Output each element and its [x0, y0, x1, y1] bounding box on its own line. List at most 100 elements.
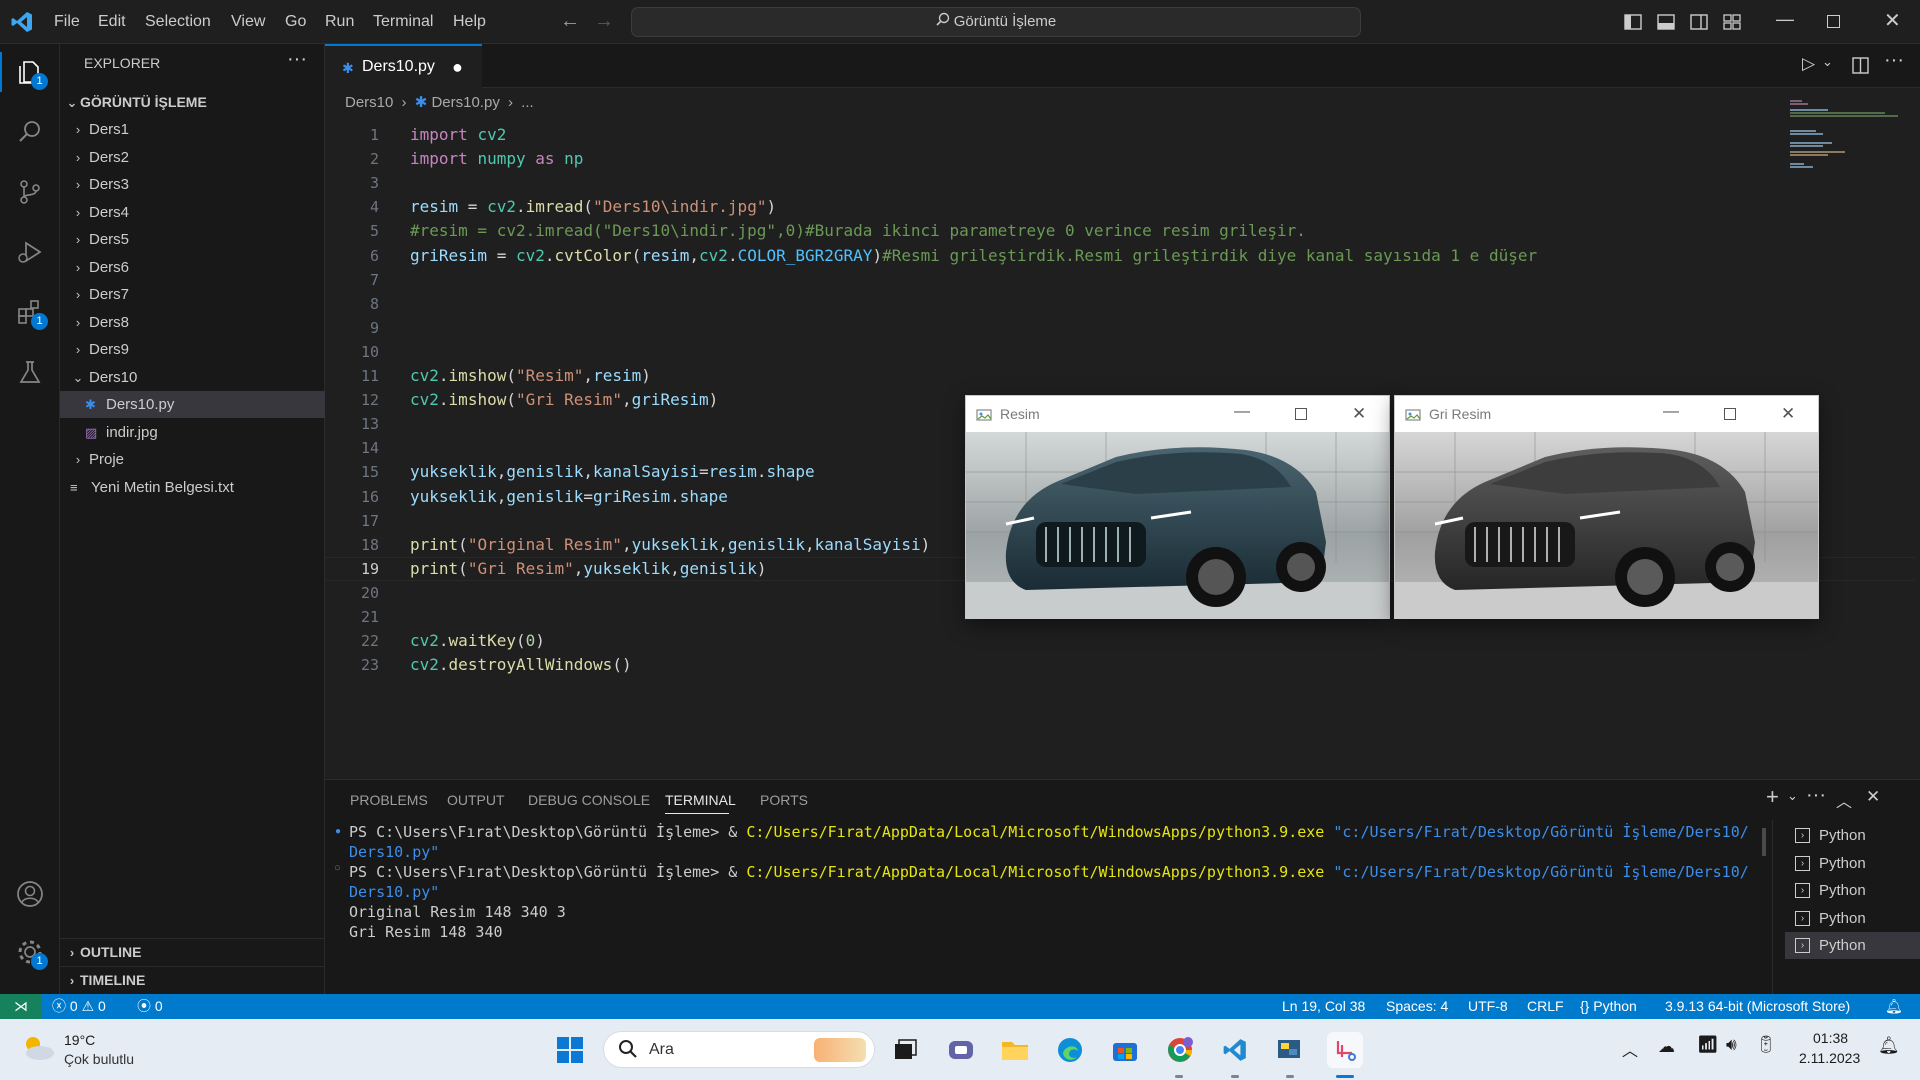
window-title-bar[interactable]: Resim — ✕ [966, 396, 1389, 432]
breadcrumb-file[interactable]: Ders10.py [431, 94, 499, 111]
notifications-bell-icon[interactable]: 🔔︎ [1878, 1036, 1900, 1056]
customize-layout-icon[interactable] [1723, 13, 1741, 36]
file-explorer-icon[interactable] [997, 1032, 1033, 1068]
forward-arrow-icon[interactable]: → [594, 10, 614, 33]
accounts-icon[interactable] [10, 874, 50, 914]
terminal-instance[interactable]: › Python [1785, 905, 1920, 932]
ports-status[interactable]: ⦿ 0 [137, 994, 163, 1019]
tab-terminal[interactable]: TERMINAL [665, 780, 736, 820]
terminal-instance[interactable]: › Python [1785, 932, 1920, 959]
language-mode[interactable]: {} Python [1580, 994, 1637, 1019]
tree-item[interactable]: ✱ Ders10.py [60, 391, 325, 418]
maximize-panel-icon[interactable]: ︿ [1836, 788, 1852, 812]
toggle-panel-icon[interactable] [1657, 13, 1675, 36]
breadcrumb-symbol[interactable]: ... [521, 94, 534, 111]
run-python-icon[interactable]: ▷ [1802, 54, 1815, 74]
explorer-icon[interactable]: 1 [10, 52, 50, 92]
notifications-bell-icon[interactable]: 🔔︎ [1885, 994, 1903, 1019]
terminal-instance[interactable]: › Python [1785, 850, 1920, 877]
tree-item[interactable]: ▨ indir.jpg [60, 419, 325, 446]
tree-item[interactable]: › Ders6 [60, 254, 325, 281]
cursor-position[interactable]: Ln 19, Col 38 [1282, 994, 1365, 1019]
tree-item[interactable]: › Ders8 [60, 309, 325, 336]
toggle-sidebar-icon[interactable] [1624, 13, 1642, 36]
indentation[interactable]: Spaces: 4 [1386, 994, 1448, 1019]
minimize-icon[interactable]: — [1234, 394, 1250, 430]
line-endings[interactable]: CRLF [1527, 994, 1564, 1019]
menu-file[interactable]: File [54, 0, 80, 44]
teams-chat-icon[interactable] [943, 1032, 979, 1068]
source-control-icon[interactable] [10, 172, 50, 212]
back-arrow-icon[interactable]: ← [560, 10, 580, 33]
task-view-icon[interactable] [887, 1032, 923, 1068]
close-icon[interactable]: ✕ [1884, 8, 1901, 33]
minimize-icon[interactable]: — [1663, 394, 1679, 430]
command-center-search[interactable]: Görüntü İşleme [631, 7, 1361, 37]
close-icon[interactable]: ✕ [1352, 396, 1366, 432]
edge-browser-icon[interactable] [1052, 1032, 1088, 1068]
restore-icon[interactable] [1827, 15, 1840, 28]
chevron-down-icon[interactable]: ⌄ [1787, 788, 1798, 804]
settings-gear-icon[interactable]: 1 [10, 932, 50, 972]
tree-item[interactable]: › Proje [60, 446, 325, 473]
vscode-taskbar-icon[interactable] [1217, 1032, 1253, 1068]
python-taskbar-icon[interactable] [1272, 1032, 1308, 1068]
breadcrumb-folder[interactable]: Ders10 [345, 94, 393, 111]
panel-more-icon[interactable]: ··· [1806, 784, 1826, 807]
extensions-icon[interactable]: 1 [10, 292, 50, 332]
taskbar-search[interactable]: Ara [603, 1031, 875, 1068]
problems-status[interactable]: ⓧ 0 ⚠ 0 [52, 994, 106, 1019]
microsoft-store-icon[interactable] [1107, 1032, 1143, 1068]
menu-terminal[interactable]: Terminal [373, 0, 433, 44]
toggle-secondary-sidebar-icon[interactable] [1690, 13, 1708, 36]
clock-time[interactable]: 01:38 [1813, 1030, 1848, 1046]
outline-section[interactable]: › OUTLINE [60, 939, 325, 966]
window-title-bar[interactable]: Gri Resim — ✕ [1395, 396, 1818, 432]
encoding[interactable]: UTF-8 [1468, 994, 1508, 1019]
timeline-section[interactable]: › TIMELINE [60, 967, 325, 994]
minimize-icon[interactable]: — [1776, 9, 1794, 30]
maximize-icon[interactable] [1724, 408, 1736, 420]
weather-cloud-icon[interactable] [20, 1033, 56, 1068]
tab-output[interactable]: OUTPUT [447, 780, 505, 820]
run-debug-icon[interactable] [10, 232, 50, 272]
tab-ports[interactable]: PORTS [760, 780, 808, 820]
clock-date[interactable]: 2.11.2023 [1799, 1050, 1860, 1066]
testing-icon[interactable] [10, 352, 50, 392]
editor-more-icon[interactable]: ··· [1884, 49, 1904, 72]
tree-item[interactable]: › Ders3 [60, 171, 325, 198]
tree-item[interactable]: › Ders2 [60, 144, 325, 171]
close-panel-icon[interactable]: ✕ [1866, 787, 1880, 807]
tree-item[interactable]: ⌄ Ders10 [60, 364, 325, 391]
snipping-tool-icon[interactable] [1327, 1032, 1363, 1068]
workspace-root[interactable]: ⌄ GÖRÜNTÜ İŞLEME [60, 89, 325, 116]
start-windows-icon[interactable] [552, 1032, 588, 1068]
speaker-icon[interactable]: 🔊︎ [1726, 1035, 1737, 1055]
split-editor-icon[interactable] [1852, 57, 1869, 79]
more-actions-icon[interactable]: ··· [287, 48, 307, 71]
menu-view[interactable]: View [231, 0, 265, 44]
onedrive-cloud-icon[interactable]: ☁ [1658, 1037, 1675, 1057]
tree-item[interactable]: ≡ Yeni Metin Belgesi.txt [60, 474, 325, 501]
tree-item[interactable]: › Ders5 [60, 226, 325, 253]
tab-ders10-py[interactable]: ✱ Ders10.py ● [325, 44, 482, 88]
search-view-icon[interactable] [10, 112, 50, 152]
menu-help[interactable]: Help [453, 0, 486, 44]
unsaved-dot-icon[interactable]: ● [452, 46, 463, 88]
close-icon[interactable]: ✕ [1781, 396, 1795, 432]
tree-item[interactable]: › Ders9 [60, 336, 325, 363]
terminal-instance[interactable]: › Python [1785, 877, 1920, 904]
menu-selection[interactable]: Selection [145, 0, 211, 44]
new-terminal-plus-icon[interactable]: + [1766, 784, 1779, 810]
menu-go[interactable]: Go [285, 0, 306, 44]
tab-problems[interactable]: PROBLEMS [350, 780, 428, 820]
menu-edit[interactable]: Edit [98, 0, 126, 44]
terminal-instance[interactable]: › Python [1785, 822, 1920, 849]
chevron-down-icon[interactable]: ⌄ [1822, 54, 1833, 70]
maximize-icon[interactable] [1295, 408, 1307, 420]
remote-icon[interactable]: ⋊ [0, 994, 42, 1019]
opencv-window-gri-resim[interactable]: Gri Resim — ✕ [1394, 395, 1819, 619]
tree-item[interactable]: › Ders7 [60, 281, 325, 308]
tree-item[interactable]: › Ders4 [60, 199, 325, 226]
opencv-window-resim[interactable]: Resim — ✕ [965, 395, 1390, 619]
